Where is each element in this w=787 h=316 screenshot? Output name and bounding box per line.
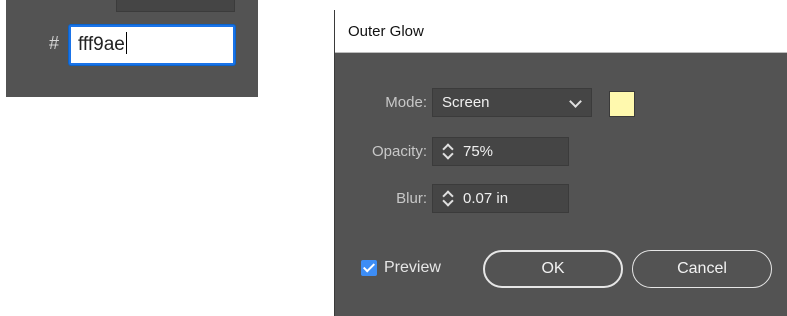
opacity-label: Opacity:: [371, 143, 427, 160]
cancel-button[interactable]: Cancel: [632, 250, 772, 288]
preview-label: Preview: [384, 259, 441, 276]
partial-field: [116, 0, 235, 12]
mode-value: Screen: [442, 94, 490, 111]
opacity-field[interactable]: 75%: [432, 137, 569, 166]
mode-label: Mode:: [385, 94, 427, 111]
hex-color-input[interactable]: fff9ae: [69, 25, 235, 65]
outer-glow-dialog: Outer Glow Mode: Screen Opacity: 75% Blu…: [334, 10, 787, 316]
hash-label: #: [49, 33, 60, 53]
blur-value: 0.07 in: [463, 190, 509, 207]
blur-field[interactable]: 0.07 in: [432, 184, 569, 213]
blur-label: Blur:: [396, 190, 427, 207]
spinner-icon[interactable]: [441, 142, 454, 161]
spinner-icon[interactable]: [441, 189, 454, 208]
text-caret: [125, 32, 127, 54]
mode-select[interactable]: Screen: [432, 88, 592, 117]
color-hex-panel: # fff9ae: [6, 0, 258, 97]
ok-button[interactable]: OK: [483, 250, 623, 288]
opacity-value: 75%: [463, 143, 494, 160]
chevron-down-icon: [569, 95, 582, 108]
glow-color-swatch[interactable]: [609, 91, 635, 117]
hex-value: fff9ae: [78, 34, 125, 55]
dialog-title: Outer Glow: [335, 10, 787, 53]
preview-toggle[interactable]: Preview: [361, 258, 441, 278]
preview-checkbox[interactable]: [361, 260, 377, 276]
screen: # fff9ae Outer Glow Mode: Screen Opacity…: [0, 0, 787, 316]
